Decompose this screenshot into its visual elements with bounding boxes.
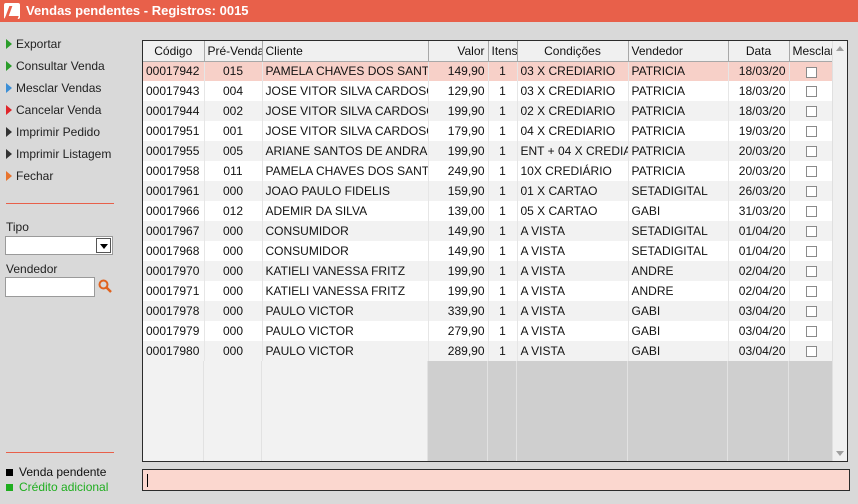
text-cursor <box>147 474 148 487</box>
legend-credito-adicional: Crédito adicional <box>6 480 108 494</box>
col-mesclar[interactable]: Mesclar <box>789 41 834 62</box>
mesclar-checkbox[interactable] <box>805 66 817 78</box>
col-vendedor[interactable]: Vendedor <box>628 41 729 62</box>
mesclar-checkbox[interactable] <box>805 126 817 138</box>
legend-square-icon <box>6 468 13 476</box>
vertical-scrollbar[interactable] <box>832 41 847 461</box>
col-condicoes[interactable]: Condições <box>517 41 629 62</box>
col-data[interactable]: Data <box>728 41 790 62</box>
table-row[interactable]: 00017980 000 PAULO VICTOR 289,90 1 A VISTA GAB… <box>143 341 834 361</box>
table-row[interactable]: 00017978 000 PAULO VICTOR 339,90 1 A VISTA GAB… <box>143 301 834 321</box>
mesclar-checkbox[interactable] <box>805 206 817 218</box>
legend-square-icon <box>6 483 13 491</box>
merge-icon <box>6 83 12 93</box>
table-row[interactable]: 00017970 000 KATIELI VANESSA FRITZ 199,90 1 A… <box>143 261 834 281</box>
mesclar-checkbox[interactable] <box>805 286 817 298</box>
menu-exportar[interactable]: Exportar <box>6 35 61 53</box>
table-header: Código Pré-Venda Cliente Valor Itens Con… <box>143 41 834 62</box>
print-icon <box>6 127 12 137</box>
table-row[interactable]: 00017979 000 PAULO VICTOR 279,90 1 A VISTA GAB… <box>143 321 834 341</box>
cancel-icon <box>6 105 12 115</box>
vendedor-label: Vendedor <box>6 262 58 276</box>
chevron-down-icon[interactable] <box>96 238 111 253</box>
mesclar-checkbox[interactable] <box>805 266 817 278</box>
mesclar-checkbox[interactable] <box>805 326 817 338</box>
export-icon <box>6 39 12 49</box>
table-row[interactable]: 00017966 012 ADEMIR DA SILVA 139,00 1 05 X CA… <box>143 201 834 221</box>
menu-imprimir-listagem[interactable]: Imprimir Listagem <box>6 145 111 163</box>
mesclar-checkbox[interactable] <box>805 186 817 198</box>
table-row[interactable]: 00017971 000 KATIELI VANESSA FRITZ 199,90 1 A… <box>143 281 834 301</box>
menu-mesclar-vendas[interactable]: Mesclar Vendas <box>6 79 101 97</box>
col-cliente[interactable]: Cliente <box>262 41 429 62</box>
col-itens[interactable]: Itens <box>488 41 518 62</box>
observation-field[interactable] <box>142 469 850 491</box>
scroll-up-icon[interactable] <box>836 46 844 51</box>
table-row[interactable]: 00017961 000 JOAO PAULO FIDELIS 159,90 1 01 X… <box>143 181 834 201</box>
table-row[interactable]: 00017944 002 JOSE VITOR SILVA CARDOSO 199,9… <box>143 101 834 121</box>
sales-table: Código Pré-Venda Cliente Valor Itens Con… <box>143 41 834 361</box>
col-valor[interactable]: Valor <box>428 41 489 62</box>
sidebar-divider <box>6 203 114 204</box>
close-icon <box>6 171 12 181</box>
consult-icon <box>6 61 12 71</box>
menu-fechar[interactable]: Fechar <box>6 167 53 185</box>
table-row[interactable]: 00017958 011 PAMELA CHAVES DOS SANTO 249,90… <box>143 161 834 181</box>
title-bar: Vendas pendentes - Registros: 0015 <box>0 0 858 22</box>
mesclar-checkbox[interactable] <box>805 86 817 98</box>
table-row[interactable]: 00017943 004 JOSE VITOR SILVA CARDOSO 129,9… <box>143 81 834 101</box>
sales-grid[interactable]: Código Pré-Venda Cliente Valor Itens Con… <box>142 40 848 462</box>
menu-imprimir-pedido[interactable]: Imprimir Pedido <box>6 123 100 141</box>
scroll-down-icon[interactable] <box>836 451 844 456</box>
search-icon[interactable] <box>98 279 112 293</box>
mesclar-checkbox[interactable] <box>805 246 817 258</box>
window-title: Vendas pendentes - Registros: 0015 <box>26 3 249 18</box>
table-row[interactable]: 00017942 015 PAMELA CHAVES DOS SANTO 149,90… <box>143 61 834 81</box>
menu-cancelar-venda[interactable]: Cancelar Venda <box>6 101 101 119</box>
table-row[interactable]: 00017955 005 ARIANE SANTOS DE ANDRADE 199,9… <box>143 141 834 161</box>
mesclar-checkbox[interactable] <box>805 106 817 118</box>
sidebar-divider-bottom <box>6 452 114 453</box>
table-row[interactable]: 00017967 000 CONSUMIDOR 149,90 1 A VISTA SETAD… <box>143 221 834 241</box>
sidebar: Exportar Consultar Venda Mesclar Vendas … <box>0 22 118 504</box>
col-codigo[interactable]: Código <box>143 41 205 62</box>
col-pre-venda[interactable]: Pré-Venda <box>204 41 263 62</box>
mesclar-checkbox[interactable] <box>805 226 817 238</box>
legend-venda-pendente: Venda pendente <box>6 465 106 479</box>
tipo-select[interactable] <box>5 236 113 255</box>
mesclar-checkbox[interactable] <box>805 346 817 358</box>
print-list-icon <box>6 149 12 159</box>
table-row[interactable]: 00017968 000 CONSUMIDOR 149,90 1 A VISTA SETAD… <box>143 241 834 261</box>
mesclar-checkbox[interactable] <box>805 306 817 318</box>
app-logo-icon <box>4 3 20 19</box>
mesclar-checkbox[interactable] <box>805 146 817 158</box>
mesclar-checkbox[interactable] <box>805 166 817 178</box>
vendedor-input[interactable] <box>5 277 95 297</box>
tipo-label: Tipo <box>6 220 29 234</box>
menu-consultar-venda[interactable]: Consultar Venda <box>6 57 105 75</box>
table-row[interactable]: 00017951 001 JOSE VITOR SILVA CARDOSO 179,9… <box>143 121 834 141</box>
